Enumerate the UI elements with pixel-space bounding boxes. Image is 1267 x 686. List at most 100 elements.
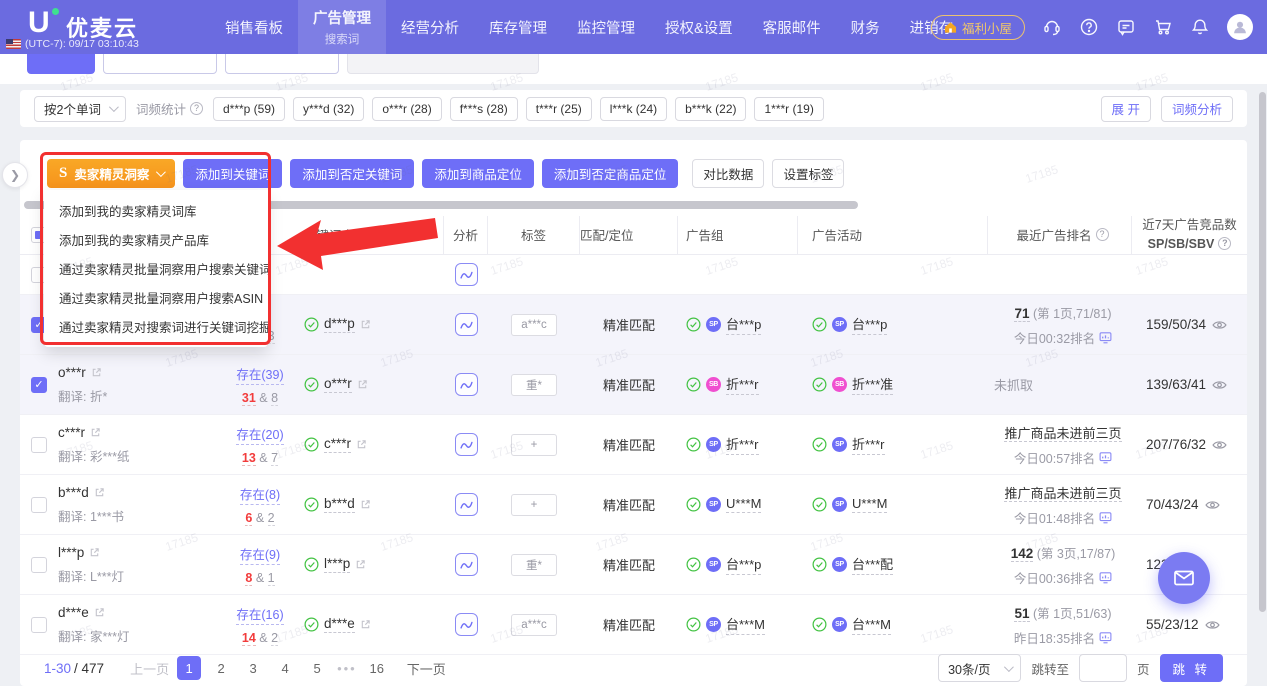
ad-group-name[interactable]: 折***r [726,434,759,455]
user-avatar[interactable] [1227,14,1253,40]
rank-monitor-icon[interactable] [1099,631,1112,644]
word-group-select[interactable]: 按2个单词 [34,96,126,122]
help-circle-icon[interactable]: ? [190,102,203,115]
help-circle-icon[interactable]: ? [1218,237,1231,250]
toolbar-button[interactable]: 添加到否定商品定位 [542,159,679,188]
word-frequency-tag[interactable]: 1***r (19) [754,97,823,121]
vertical-scrollbar[interactable] [1259,92,1266,612]
jump-page-input[interactable] [1079,654,1127,682]
external-link-icon[interactable] [360,499,371,510]
bell-icon[interactable] [1190,17,1210,37]
page-ellipsis[interactable]: ••• [337,661,357,676]
campaign-name[interactable]: 台***p [852,314,887,335]
next-page-button[interactable]: 下一页 [407,659,446,678]
ad-group-name[interactable]: 台***p [726,314,761,335]
nav-item-1[interactable]: 广告管理搜索词 [298,0,386,54]
row-checkbox[interactable]: ✓ [31,377,47,393]
campaign-name[interactable]: 折***准 [852,374,893,395]
word-frequency-tag[interactable]: f***s (28) [450,97,518,121]
external-link-icon[interactable] [360,619,371,630]
rank-number[interactable]: 51 [1014,606,1029,622]
exist-link[interactable]: 存在(8) [240,484,280,505]
external-link-icon[interactable] [360,319,371,330]
campaign-name[interactable]: 折***r [852,434,885,455]
row-checkbox[interactable] [31,557,47,573]
rank-monitor-icon[interactable] [1099,571,1112,584]
word-frequency-tag[interactable]: l***k (24) [600,97,667,121]
nav-item-5[interactable]: 授权&设置 [650,0,748,54]
exist-link[interactable]: 存在(39) [236,364,283,385]
analysis-chart-icon[interactable] [455,613,478,636]
dropdown-menu-item[interactable]: 通过卖家精灵对搜索词进行关键词挖掘 [44,312,268,341]
toolbar-button[interactable]: 添加到商品定位 [422,159,534,188]
analysis-chart-icon[interactable] [455,493,478,516]
word-frequency-tag[interactable]: o***r (28) [372,97,441,121]
exist-counts[interactable]: 31 & 8 [242,391,278,405]
external-link-icon[interactable] [90,427,101,438]
analysis-chart-icon[interactable] [455,313,478,336]
support-headset-icon[interactable] [1042,17,1062,37]
cropped-button[interactable] [347,54,539,74]
tag-label[interactable]: a***c [511,614,557,636]
tag-label[interactable]: 重* [511,554,557,576]
campaign-name[interactable]: 台***M [852,614,891,635]
toolbar-button[interactable]: 对比数据 [692,159,764,188]
eye-icon[interactable] [1212,379,1227,391]
dropdown-menu-item[interactable]: 通过卖家精灵批量洞察用户搜索ASIN [44,283,268,312]
external-link-icon[interactable] [91,367,102,378]
exist-counts[interactable]: 6 & 2 [245,511,274,525]
exist-link[interactable]: 存在(16) [236,604,283,625]
exist-counts[interactable]: 13 & 7 [242,451,278,465]
dropdown-menu-item[interactable]: 添加到我的卖家精灵词库 [44,196,268,225]
page-number-button[interactable]: 4 [273,656,297,680]
welfare-pill[interactable]: 福利小屋 [931,15,1025,40]
word-analysis-button[interactable]: 词频分析 [1161,96,1233,122]
cropped-button[interactable] [103,54,217,74]
rank-monitor-icon[interactable] [1099,511,1112,524]
word-frequency-tag[interactable]: b***k (22) [675,97,746,121]
toolbar-button[interactable]: 添加到关键词 [183,159,282,188]
help-icon[interactable] [1079,17,1099,37]
sellersprite-insight-button[interactable]: S 卖家精灵洞察 [47,159,175,188]
mail-fab-button[interactable] [1158,552,1210,604]
nav-item-2[interactable]: 经营分析 [386,0,474,54]
campaign-name[interactable]: U***M [852,496,887,513]
external-link-icon[interactable] [94,607,105,618]
rank-monitor-icon[interactable] [1099,451,1112,464]
tag-label[interactable]: a***c [511,314,557,336]
eye-icon[interactable] [1205,619,1220,631]
exist-link[interactable]: 存在(9) [240,544,280,565]
campaign-name[interactable]: 台***配 [852,554,893,575]
nav-item-7[interactable]: 财务 [836,0,895,54]
add-tag-button[interactable]: + [511,434,557,456]
prev-page-button[interactable]: 上一页 [130,659,169,678]
analysis-chart-icon[interactable] [455,263,478,286]
exist-link[interactable]: 存在(20) [236,424,283,445]
analysis-chart-icon[interactable] [455,433,478,456]
eye-icon[interactable] [1212,439,1227,451]
left-expander-button[interactable]: ❯ [2,162,28,188]
word-frequency-tag[interactable]: y***d (32) [293,97,364,121]
brand-logo[interactable]: U 优麦云 (UTC-7): 09/17 03:10:43 [0,0,210,54]
feedback-icon[interactable] [1116,17,1136,37]
ad-group-name[interactable]: 台***M [726,614,765,635]
external-link-icon[interactable] [89,547,100,558]
exist-counts[interactable]: 14 & 2 [242,631,278,645]
dropdown-menu-item[interactable]: 通过卖家精灵批量洞察用户搜索关键词 [44,254,268,283]
add-tag-button[interactable]: + [511,494,557,516]
external-link-icon[interactable] [357,379,368,390]
help-circle-icon[interactable]: ? [1096,228,1109,241]
row-checkbox[interactable] [31,497,47,513]
row-checkbox[interactable] [31,617,47,633]
word-frequency-tag[interactable]: d***p (59) [213,97,285,121]
cropped-button[interactable] [27,54,95,74]
word-frequency-tag[interactable]: t***r (25) [526,97,592,121]
nav-item-0[interactable]: 销售看板 [210,0,298,54]
analysis-chart-icon[interactable] [455,553,478,576]
ad-group-name[interactable]: 台***p [726,554,761,575]
sort-icon[interactable]: ▲▼ [401,229,407,241]
nav-item-6[interactable]: 客服邮件 [748,0,836,54]
cart-icon[interactable] [1153,17,1173,37]
analysis-chart-icon[interactable] [455,373,478,396]
row-checkbox[interactable] [31,437,47,453]
